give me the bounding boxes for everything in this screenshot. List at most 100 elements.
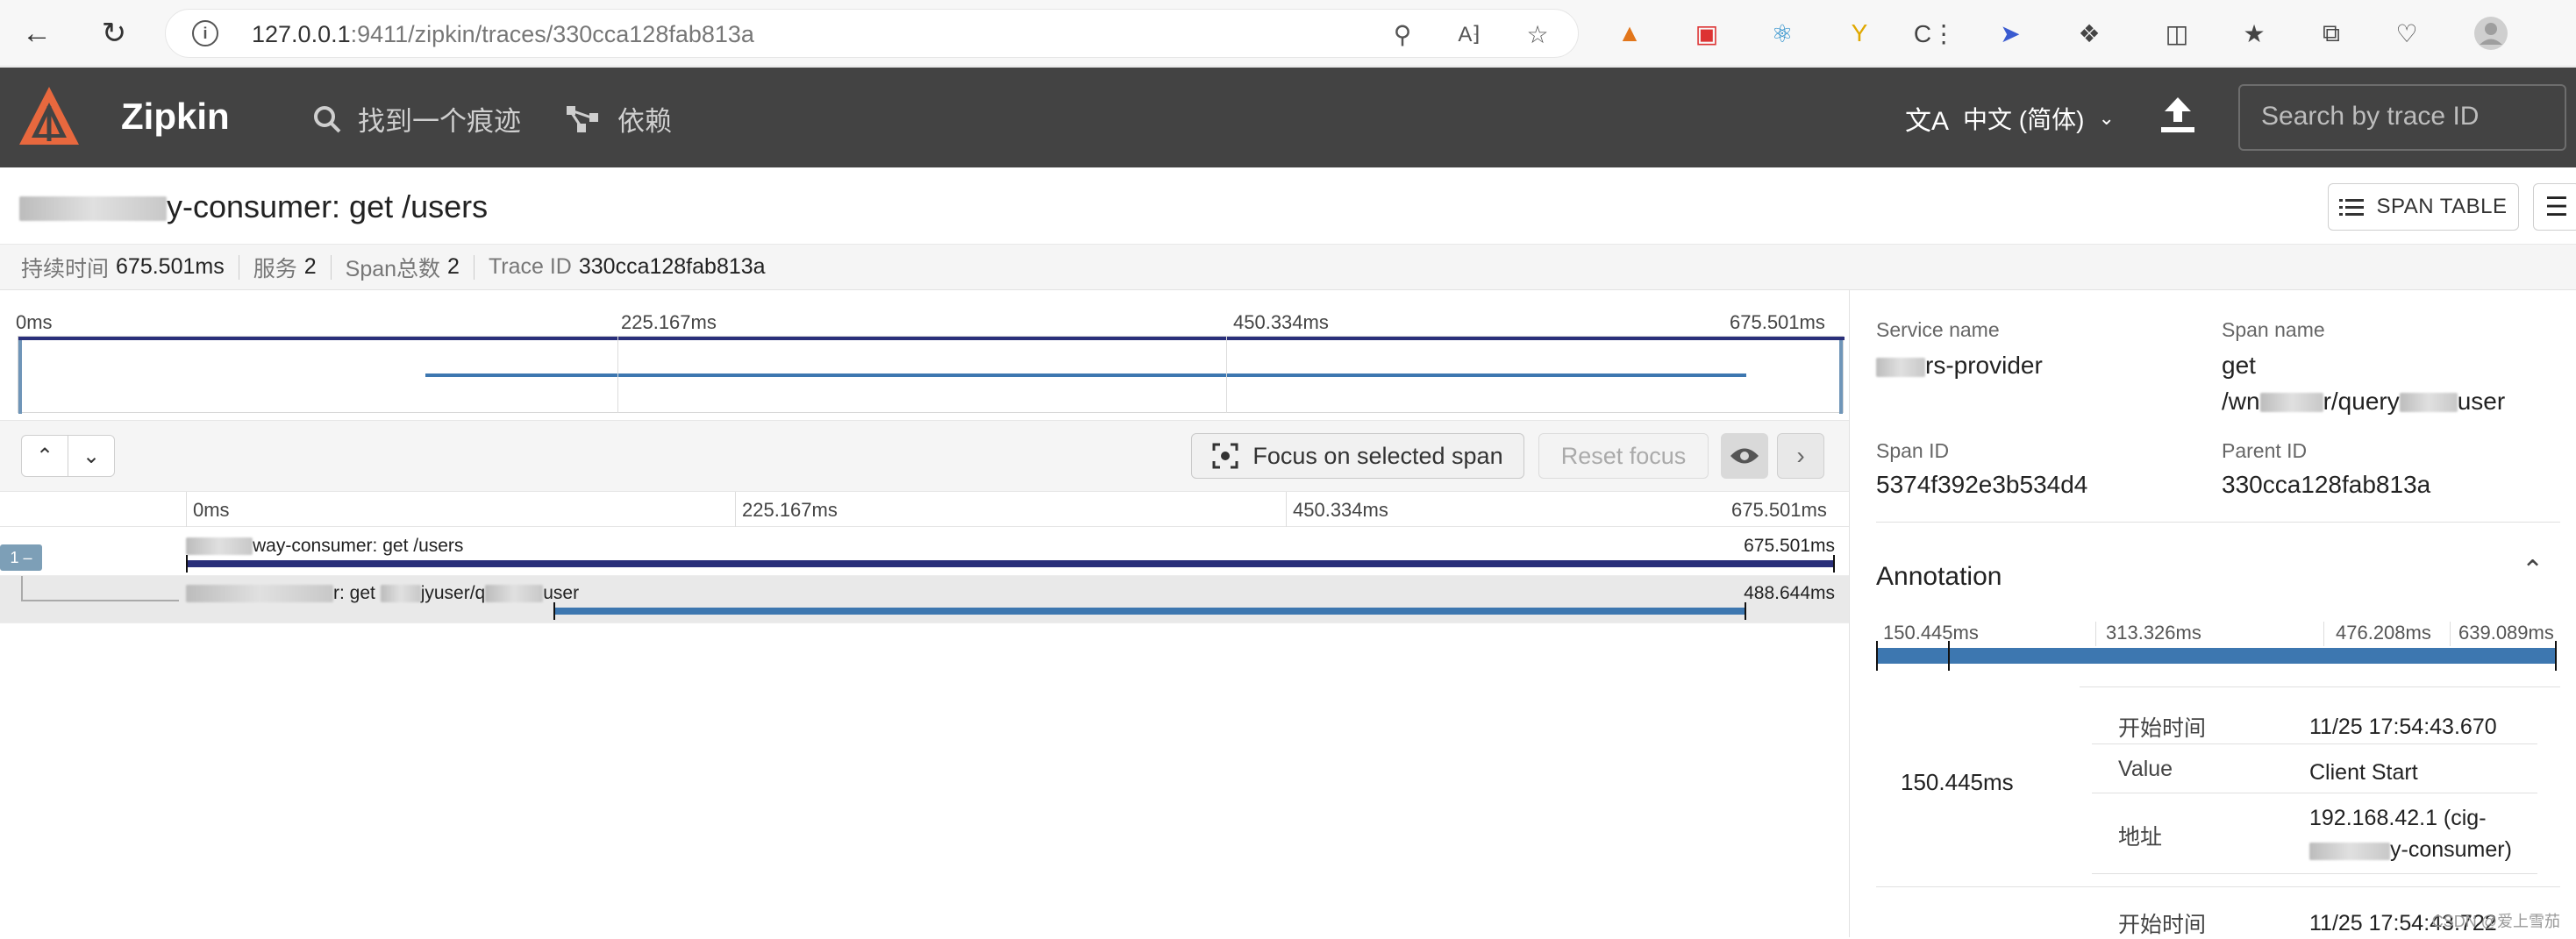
read-aloud-icon[interactable]: A⁆	[1453, 18, 1485, 50]
trace-id-search-input[interactable]: Search by trace ID	[2238, 84, 2566, 151]
address-bar[interactable]: i 127.0.0.1:9411/zipkin/traces/330cca128…	[165, 9, 1579, 58]
divider	[473, 254, 475, 280]
back-icon[interactable]: ←	[18, 14, 56, 53]
redacted-text	[485, 585, 544, 603]
nav-dependencies[interactable]: 依赖	[565, 99, 672, 139]
chevron-down-icon: ⌄	[2098, 107, 2115, 129]
annotation-key: 开始时间	[2118, 913, 2207, 937]
span-row[interactable]: 1 – way-consumer: get /users 675.501ms	[0, 529, 1849, 576]
span-table-label: SPAN TABLE	[2376, 195, 2508, 218]
browser-essentials-icon[interactable]: ♡	[2389, 16, 2424, 51]
timeline-tick: 450.334ms	[1293, 499, 1388, 521]
collapse-toggle[interactable]: 1 –	[0, 544, 42, 571]
annotation-tick: 639.089ms	[2458, 622, 2554, 644]
timeline-tick: 675.501ms	[1731, 499, 1827, 521]
language-label: 中文 (简体)	[1963, 106, 2085, 133]
extension-c-icon[interactable]: C⋮	[1914, 16, 1956, 51]
extension-search-icon[interactable]: ▣	[1689, 16, 1724, 51]
url-text[interactable]: 127.0.0.1:9411/zipkin/traces/330cca128fa…	[252, 21, 754, 48]
meta-spans-label: Span总数	[345, 256, 441, 281]
divider	[1876, 886, 2560, 887]
timeline-gridline	[186, 492, 187, 527]
span-duration: 488.644ms	[1744, 583, 1835, 603]
timeline-tick: 0ms	[193, 499, 230, 521]
extensions-puzzle-icon[interactable]: ❖	[2072, 16, 2107, 51]
timeline-gridline	[735, 492, 736, 527]
favorite-star-icon[interactable]: ☆	[1522, 18, 1553, 50]
chevron-up-icon[interactable]: ⌃	[2522, 555, 2544, 586]
extension-rocket-icon[interactable]: ➤	[1993, 16, 2028, 51]
nav-find-trace-label: 找到一个痕迹	[358, 106, 521, 137]
brand-name[interactable]: Zipkin	[121, 96, 230, 138]
favorites-icon[interactable]: ★	[2237, 16, 2272, 51]
focus-icon	[1212, 443, 1238, 469]
minimap-right-handle[interactable]	[1839, 337, 1843, 414]
span-duration: 675.501ms	[1744, 536, 1835, 556]
upload-icon[interactable]	[2156, 94, 2200, 138]
minimap-canvas[interactable]	[18, 336, 1845, 414]
chevron-up-icon: ⌃	[35, 444, 54, 468]
expand-detail-button[interactable]: ›	[1777, 433, 1824, 479]
chevron-down-icon: ⌄	[82, 444, 101, 468]
meta-services-label: 服务	[253, 256, 297, 281]
annotation-marker[interactable]	[2555, 641, 2557, 671]
annotation-detail-row: Value Client Start	[2092, 744, 2537, 793]
annotation-title[interactable]: Annotation	[1876, 562, 2002, 592]
annotation-gridline	[2450, 622, 2451, 646]
split-screen-icon[interactable]: ◫	[2159, 16, 2194, 51]
annotation-value: 11/25 17:54:43.670	[2309, 715, 2497, 739]
span-bar-cap	[553, 602, 555, 620]
dependencies-icon	[567, 105, 598, 132]
zipkin-logo-icon[interactable]	[16, 83, 82, 150]
meta-traceid-value: 330cca128fab813a	[578, 254, 766, 279]
span-table-button[interactable]: SPAN TABLE	[2328, 183, 2519, 231]
annotation-marker[interactable]	[1876, 641, 1878, 671]
trace-meta-row: 持续时间 675.501ms 服务 2 Span总数 2 Trace ID 330cca…	[0, 245, 2576, 290]
minimap-left-handle[interactable]	[18, 337, 22, 414]
reset-focus-button[interactable]: Reset focus	[1538, 433, 1709, 479]
meta-spans-value: 2	[447, 254, 460, 279]
span-bar-cap	[186, 555, 188, 573]
annotation-value: 192.168.42.1 (cig- y-consumer)	[2309, 806, 2512, 863]
annotation-marker[interactable]	[1948, 641, 1950, 671]
nav-find-trace[interactable]: 找到一个痕迹	[312, 99, 521, 139]
divider	[330, 254, 332, 280]
minimap-tick: 225.167ms	[621, 311, 717, 333]
redacted-text	[186, 537, 253, 556]
react-devtools-icon[interactable]: ⚛	[1765, 16, 1800, 51]
service-name-label: Service name	[1876, 318, 2000, 341]
annotation-time: 150.445ms	[1901, 769, 2014, 795]
menu-icon[interactable]: ☰	[2533, 183, 2576, 231]
timeline-tick: 225.167ms	[742, 499, 838, 521]
focus-button-label: Focus on selected span	[1252, 442, 1503, 469]
language-selector[interactable]: 文A 中文 (简体) ⌄	[1905, 99, 2115, 138]
previous-span-button[interactable]: ⌃	[21, 435, 68, 477]
span-row-selected[interactable]: r: get jyuser/q user 488.644ms	[0, 576, 1849, 623]
extension-y-icon[interactable]: Y	[1842, 16, 1877, 51]
annotation-detail-row: 开始时间 11/25 17:54:43.670	[2092, 702, 2537, 744]
reload-icon[interactable]: ↻	[95, 14, 133, 53]
redacted-text	[186, 585, 333, 603]
redacted-text	[19, 196, 167, 222]
toggle-visibility-button[interactable]	[1721, 433, 1768, 479]
watermark: CSDN @爱上雪茄	[2431, 913, 2560, 930]
annotation-tick: 313.326ms	[2106, 622, 2201, 644]
collections-icon[interactable]: ⧉	[2314, 16, 2349, 51]
zoom-out-icon[interactable]: ⚲	[1387, 18, 1418, 50]
span-bar[interactable]	[186, 555, 1835, 573]
meta-services-value: 2	[303, 254, 317, 279]
metamask-extension-icon[interactable]: ▲	[1612, 16, 1647, 51]
span-bar[interactable]	[553, 602, 1746, 620]
annotation-value: Client Start	[2309, 760, 2418, 785]
span-name: r: get jyuser/q user	[186, 583, 579, 604]
redacted-text	[2309, 842, 2390, 860]
focus-selected-span-button[interactable]: Focus on selected span	[1191, 433, 1524, 479]
browser-toolbar: ← ↻ i 127.0.0.1:9411/zipkin/traces/330cc…	[0, 0, 2576, 67]
annotation-key: 地址	[2118, 825, 2163, 850]
span-bar-cap	[1833, 555, 1835, 573]
nav-dependencies-label: 依赖	[617, 106, 672, 137]
next-span-button[interactable]: ⌄	[68, 435, 115, 477]
site-info-icon[interactable]: i	[192, 20, 218, 46]
annotation-key: 开始时间	[2118, 716, 2207, 741]
profile-avatar-icon[interactable]	[2473, 16, 2508, 51]
